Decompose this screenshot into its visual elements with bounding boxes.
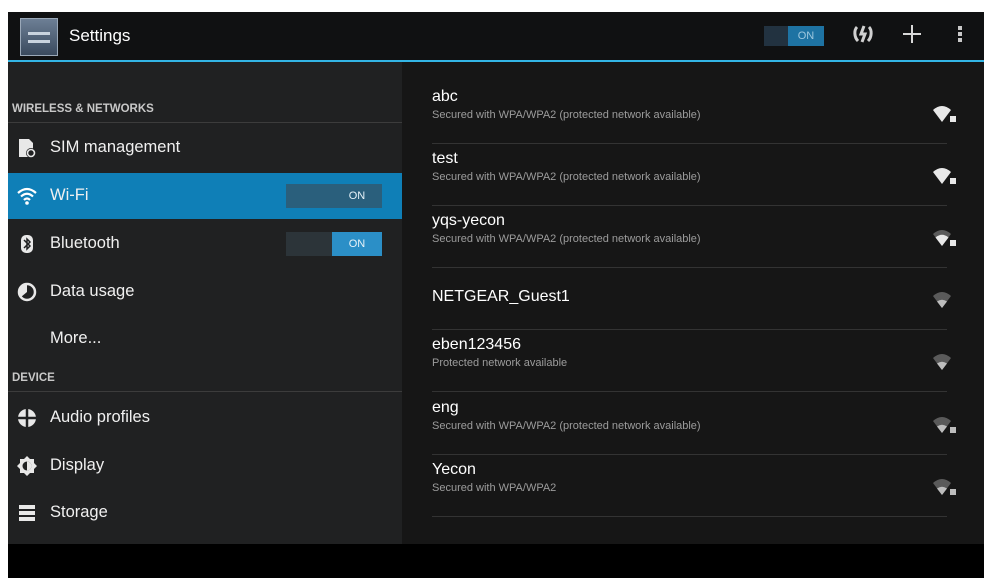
network-row-yqs-yecon[interactable]: yqs-yecon Secured with WPA/WPA2 (protect… [402,206,984,268]
section-divider [8,391,402,392]
page-title: Settings [69,26,131,45]
bluetooth-toggle[interactable]: ON [286,232,382,256]
sidebar-item-wifi[interactable]: Wi-Fi ON [8,173,402,219]
section-header-device: DEVICE [12,372,55,384]
network-ssid: abc [432,88,458,105]
sidebar-item-label: More... [50,329,102,347]
device-screen: Settings ON WIRELESS & NETWORKS SIM mana… [8,12,984,578]
wifi-signal-locked-icon [932,477,958,497]
data-usage-icon [16,281,38,303]
wifi-toggle[interactable]: ON [286,184,382,208]
action-bar: Settings ON [8,12,984,60]
sidebar-item-label: Audio profiles [50,408,150,426]
wps-icon[interactable] [850,22,876,52]
section-divider [8,122,402,123]
storage-icon [16,502,38,524]
network-status: Protected network available [432,357,568,369]
wifi-signal-locked-icon [932,415,958,435]
network-ssid: yqs-yecon [432,212,505,229]
sidebar-item-label: Display [50,456,105,474]
network-row-eben123456[interactable]: eben123456 Protected network available [402,330,984,392]
sidebar-item-data-usage[interactable]: Data usage [8,269,402,315]
sidebar-item-bluetooth[interactable]: Bluetooth ON [8,221,402,267]
wifi-master-switch[interactable]: ON [764,26,824,46]
wifi-signal-locked-icon [932,104,958,124]
network-status: Secured with WPA/WPA2 (protected network… [432,171,701,183]
sidebar-item-label: SIM management [50,138,181,156]
wifi-toggle-label: ON [348,190,366,202]
wifi-signal-icon [932,352,958,372]
system-bar [8,544,984,578]
network-ssid: NETGEAR_Guest1 [432,288,570,305]
wifi-signal-locked-icon [932,228,958,248]
network-ssid: eben123456 [432,336,521,353]
network-row-test[interactable]: test Secured with WPA/WPA2 (protected ne… [402,144,984,206]
sidebar-item-label: Storage [50,503,108,521]
wifi-icon [16,185,38,207]
sidebar-item-label: Bluetooth [50,234,120,252]
network-row-netgear-guest1[interactable]: NETGEAR_Guest1 [402,268,984,330]
sidebar-item-storage[interactable]: Storage [8,490,402,536]
sidebar-item-label: Wi-Fi [50,186,89,204]
network-status: Secured with WPA/WPA2 (protected network… [432,109,701,121]
audio-profiles-icon [16,407,38,429]
network-row-abc[interactable]: abc Secured with WPA/WPA2 (protected net… [402,82,984,144]
row-divider [432,391,947,392]
add-icon[interactable] [899,22,925,52]
network-row-yecon[interactable]: Yecon Secured with WPA/WPA2 [402,455,984,517]
settings-sidebar: WIRELESS & NETWORKS SIM management Wi-Fi… [8,62,402,544]
sidebar-item-sim-management[interactable]: SIM management [8,125,402,171]
network-status: Secured with WPA/WPA2 (protected network… [432,233,701,245]
settings-app-icon[interactable] [20,18,58,56]
display-icon [16,455,38,477]
wifi-signal-locked-icon [932,166,958,186]
sidebar-item-label: Data usage [50,282,135,300]
sidebar-item-display[interactable]: Display [8,443,402,489]
sidebar-item-more[interactable]: More... [8,316,402,362]
network-ssid: Yecon [432,461,476,478]
bluetooth-toggle-label: ON [332,232,382,256]
network-row-eng[interactable]: eng Secured with WPA/WPA2 (protected net… [402,393,984,455]
bluetooth-icon [16,233,38,255]
wifi-master-switch-label: ON [788,26,824,46]
overflow-menu-icon[interactable] [952,22,968,52]
wifi-signal-icon [932,290,958,310]
sidebar-item-audio-profiles[interactable]: Audio profiles [8,395,402,441]
row-divider [432,516,947,517]
network-status: Secured with WPA/WPA2 (protected network… [432,420,701,432]
section-header-wireless: WIRELESS & NETWORKS [12,103,154,115]
network-ssid: eng [432,399,459,416]
network-ssid: test [432,150,458,167]
network-status: Secured with WPA/WPA2 [432,482,557,494]
wifi-network-list: abc Secured with WPA/WPA2 (protected net… [402,62,984,544]
sim-icon [16,137,38,159]
